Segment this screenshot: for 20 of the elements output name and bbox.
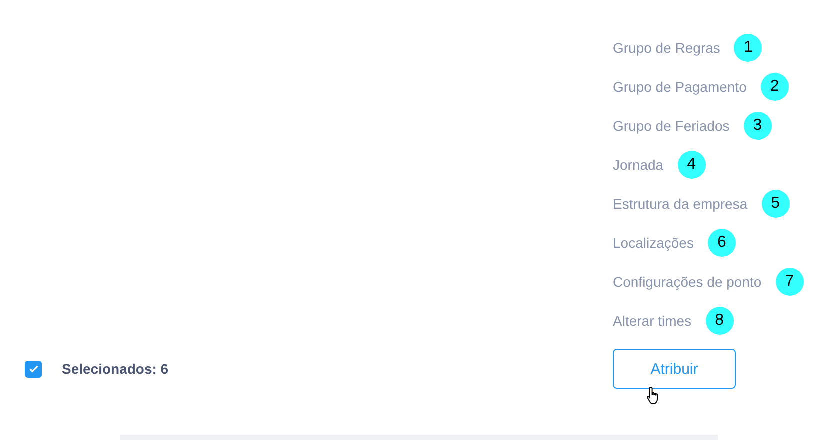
selected-count: Selecionados: 6 bbox=[62, 361, 169, 377]
menu-item[interactable]: Grupo de Feriados bbox=[613, 118, 730, 134]
menu-item[interactable]: Jornada bbox=[613, 157, 664, 173]
number-badge: 5 bbox=[762, 190, 790, 218]
menu-item[interactable]: Grupo de Pagamento bbox=[613, 79, 747, 95]
number-badge: 2 bbox=[760, 73, 789, 101]
menu-item[interactable]: Estrutura da empresa bbox=[613, 196, 748, 212]
menu-item[interactable]: Grupo de Regras bbox=[613, 40, 720, 56]
checkbox[interactable] bbox=[25, 360, 42, 378]
check-icon bbox=[28, 363, 40, 375]
number-badge: 6 bbox=[708, 229, 736, 257]
menu-item[interactable]: Localizações bbox=[613, 235, 694, 251]
number-badge: 8 bbox=[706, 307, 734, 335]
number-badge: 1 bbox=[734, 34, 762, 62]
menu-item[interactable]: Alterar times bbox=[613, 313, 692, 329]
assign-button[interactable]: Atribuir bbox=[613, 349, 736, 389]
number-badge: 7 bbox=[776, 268, 804, 296]
number-badge: 3 bbox=[744, 112, 772, 140]
menu-item[interactable]: Configurações de ponto bbox=[613, 274, 762, 290]
number-badge: 4 bbox=[678, 151, 706, 179]
